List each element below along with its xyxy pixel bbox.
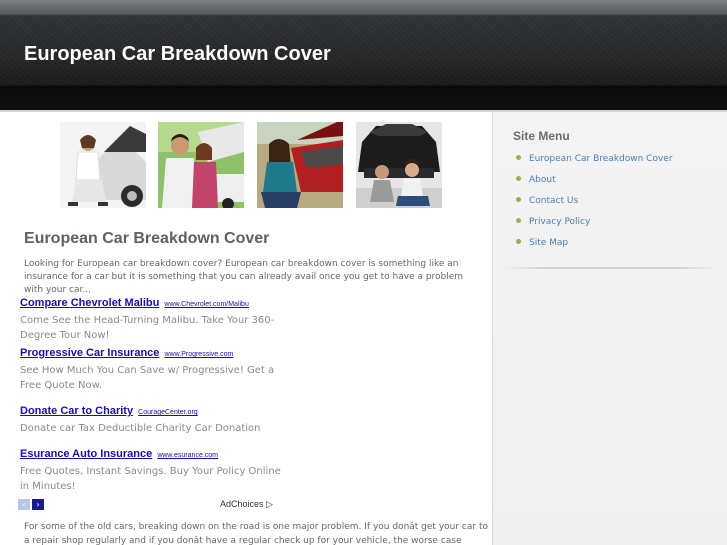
sidebar: Site Menu European Car Breakdown Cover A… <box>493 112 727 545</box>
adchoices-icon: ▷ <box>266 499 273 509</box>
ad-head: Progressive Car Insurance www.Progressiv… <box>20 346 290 362</box>
ad-title-link[interactable]: Esurance Auto Insurance <box>20 448 152 460</box>
bullet-icon <box>516 176 521 181</box>
ad-unit-esurance[interactable]: Esurance Auto Insurance www.esurance.com… <box>20 447 290 494</box>
sidebar-item-home[interactable]: European Car Breakdown Cover <box>516 152 673 166</box>
bullet-icon <box>516 218 521 223</box>
sidebar-item-label: About <box>529 175 556 185</box>
bullet-icon <box>516 239 521 244</box>
sidebar-item-label: Privacy Policy <box>529 217 591 227</box>
ad-title-link[interactable]: Compare Chevrolet Malibu <box>20 297 159 309</box>
sidebar-item-privacy[interactable]: Privacy Policy <box>516 215 590 229</box>
sidebar-item-sitemap[interactable]: Site Map <box>516 236 568 250</box>
sidebar-divider <box>503 267 718 269</box>
sidebar-item-label: Contact Us <box>529 196 579 206</box>
ad-unit-chevrolet[interactable]: Compare Chevrolet Malibu www.Chevrolet.c… <box>20 296 290 343</box>
thumbnail-woman-at-red-car <box>257 122 343 208</box>
ad-url-link[interactable]: www.esurance.com <box>157 452 218 459</box>
sidebar-item-label: Site Map <box>529 238 569 248</box>
bullet-icon <box>516 155 521 160</box>
ad-head: Donate Car to Charity CourageCenter.org <box>20 404 290 420</box>
main-content: European Car Breakdown Cover Looking for… <box>0 112 493 545</box>
ad-description: Come See the Head-Turning Malibu. Take Y… <box>20 315 275 341</box>
sidebar-item-contact[interactable]: Contact Us <box>516 194 578 208</box>
ad-url-link[interactable]: CourageCenter.org <box>138 409 198 416</box>
ad-head: Compare Chevrolet Malibu www.Chevrolet.c… <box>20 296 290 312</box>
thumbnail-couple-sitting <box>356 122 442 208</box>
ad-pagination: ‹ › <box>18 499 46 518</box>
ad-unit-progressive[interactable]: Progressive Car Insurance www.Progressiv… <box>20 346 290 393</box>
sidebar-item-about[interactable]: About <box>516 173 556 187</box>
ad-title-link[interactable]: Donate Car to Charity <box>20 405 133 417</box>
chevron-right-icon[interactable]: › <box>32 499 44 510</box>
thumbnail-woman-on-phone <box>60 122 146 208</box>
post-intro: Looking for European car breakdown cover… <box>24 259 464 295</box>
bullet-icon <box>516 197 521 202</box>
ad-head: Esurance Auto Insurance www.esurance.com <box>20 447 290 463</box>
ad-description: Free Quotes, Instant Savings. Buy Your P… <box>20 466 281 492</box>
ad-url-link[interactable]: www.Progressive.com <box>164 351 233 358</box>
thumbnail-couple-at-hood <box>158 122 244 208</box>
adchoices-label: AdChoices <box>220 499 264 509</box>
site-title[interactable]: European Car Breakdown Cover <box>24 43 331 66</box>
sidebar-item-label: European Car Breakdown Cover <box>529 154 673 164</box>
ad-description: See How Much You Can Save w/ Progressive… <box>20 365 275 391</box>
chevron-left-icon[interactable]: ‹ <box>18 499 30 510</box>
sidebar-heading: Site Menu <box>513 129 570 143</box>
ad-description: Donate car Tax Deductible Charity Car Do… <box>20 423 261 434</box>
ad-title-link[interactable]: Progressive Car Insurance <box>20 347 159 359</box>
ad-unit-charity[interactable]: Donate Car to Charity CourageCenter.org … <box>20 404 290 436</box>
site-header: European Car Breakdown Cover <box>0 0 727 110</box>
post-title[interactable]: European Car Breakdown Cover <box>24 230 269 248</box>
ad-url-link[interactable]: www.Chevrolet.com/Malibu <box>164 301 248 308</box>
post-body: For some of the old cars, breaking down … <box>24 522 488 545</box>
adchoices-link[interactable]: AdChoices ▷ <box>220 499 273 510</box>
